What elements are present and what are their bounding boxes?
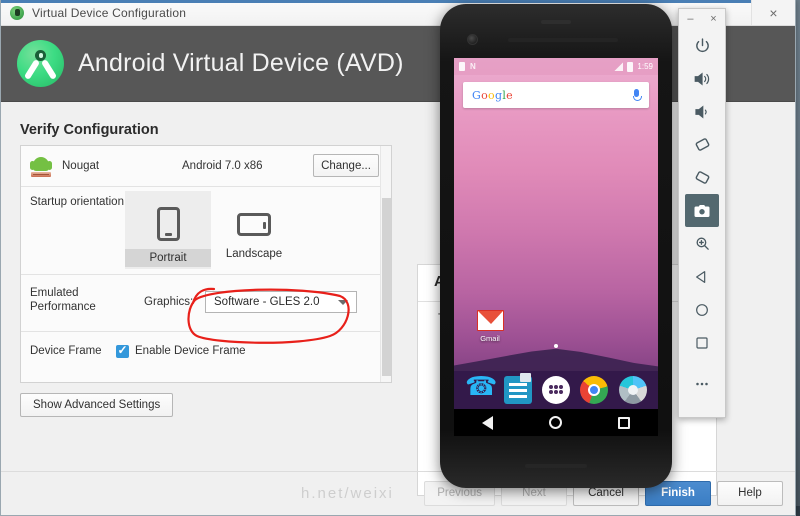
rotate-left-icon[interactable]	[685, 128, 719, 161]
status-bar-left-icons: N	[459, 62, 476, 71]
window-title: Virtual Device Configuration	[32, 5, 187, 20]
enable-device-frame-label[interactable]: Enable Device Frame	[135, 345, 246, 357]
enable-device-frame-checkbox[interactable]	[116, 343, 129, 358]
emulated-performance-row: Emulated Performance Graphics: Software …	[21, 275, 391, 332]
emulated-performance-label: Emulated Performance	[30, 286, 122, 314]
wifi-icon	[614, 62, 624, 71]
change-button[interactable]: Change...	[313, 154, 379, 177]
n-badge-icon: N	[470, 62, 476, 71]
front-camera-icon	[467, 34, 478, 45]
android-studio-logo-icon	[17, 40, 64, 87]
dialog-footer: Previous Next Cancel Finish Help	[1, 472, 795, 514]
back-triangle-icon[interactable]	[685, 260, 719, 293]
system-image-name: Nougat	[62, 160, 100, 172]
avd-header: Android Virtual Device (AVD)	[1, 26, 795, 102]
toolbar-window-buttons: – ×	[679, 9, 725, 29]
google-search-widget[interactable]: Google	[463, 82, 649, 108]
gmail-icon	[476, 310, 504, 331]
overview-square-icon[interactable]	[685, 326, 719, 359]
google-logo-icon: Google	[472, 88, 513, 102]
verify-configuration-heading: Verify Configuration	[20, 122, 159, 138]
sensor-strip	[508, 38, 618, 42]
avd-body: Verify Configuration AVD The Nougat Andr…	[1, 102, 795, 514]
graphics-label: Graphics:	[144, 296, 194, 308]
graphics-dropdown-value: Software - GLES 2.0	[214, 296, 320, 308]
app-drawer-icon[interactable]	[541, 376, 570, 404]
device-frame-label: Device Frame	[30, 345, 102, 357]
emulated-performance-label-line1: Emulated	[30, 287, 79, 299]
graphics-dropdown[interactable]: Software - GLES 2.0	[205, 291, 357, 313]
orientation-option-landscape-label: Landscape	[225, 248, 283, 260]
zoom-icon[interactable]	[685, 227, 719, 260]
android-icon	[10, 5, 24, 20]
orientation-option-landscape[interactable]: Landscape	[211, 191, 297, 269]
chevron-down-icon	[338, 300, 348, 305]
more-dots-icon[interactable]	[685, 367, 719, 400]
phone-icon[interactable]	[465, 376, 493, 404]
startup-orientation-label: Startup orientation	[30, 196, 124, 208]
system-image-api-level: Android 7.0 x86	[182, 160, 263, 172]
startup-orientation-row: Startup orientation Portrait Landscape	[21, 187, 391, 275]
orientation-options: Portrait Landscape	[125, 191, 297, 269]
help-button[interactable]: Help	[717, 480, 783, 506]
status-bar-right-icons: 1:59	[614, 61, 653, 72]
panel-scrollbar[interactable]	[380, 146, 391, 382]
app-shortcut-gmail-label: Gmail	[480, 334, 500, 343]
home-circle-icon[interactable]	[685, 293, 719, 326]
system-image-row: Nougat Android 7.0 x86 Change...	[21, 146, 391, 187]
nougat-android-icon	[30, 155, 52, 177]
camera-icon[interactable]	[685, 194, 719, 227]
microphone-icon[interactable]	[633, 88, 642, 102]
show-advanced-settings-button[interactable]: Show Advanced Settings	[20, 393, 174, 417]
android-dock	[454, 371, 658, 409]
orientation-option-portrait-label: Portrait	[125, 249, 211, 267]
orientation-option-portrait[interactable]: Portrait	[125, 191, 211, 269]
configuration-panel: Nougat Android 7.0 x86 Change... Startup…	[20, 145, 392, 383]
home-page-indicator	[554, 344, 558, 348]
power-icon[interactable]	[685, 29, 719, 62]
virtual-device-configuration-window: Virtual Device Configuration × Android V…	[0, 0, 796, 516]
emulator-toolbar: – ×	[678, 8, 726, 418]
volume-up-icon[interactable]	[685, 62, 719, 95]
volume-down-icon[interactable]	[685, 95, 719, 128]
nav-home-icon[interactable]	[549, 416, 562, 429]
device-frame-row: Device Frame Enable Device Frame	[21, 332, 391, 382]
battery-icon	[627, 61, 634, 72]
nav-recent-icon[interactable]	[618, 416, 630, 429]
sim-card-icon	[459, 62, 465, 71]
chrome-icon[interactable]	[580, 376, 609, 404]
photos-icon[interactable]	[618, 376, 647, 404]
page-title: Android Virtual Device (AVD)	[78, 49, 404, 77]
close-icon[interactable]: ×	[751, 0, 795, 25]
emulator-screen[interactable]: N 1:59 Google Gmail	[454, 58, 658, 436]
close-icon[interactable]: ×	[710, 13, 716, 25]
status-bar-clock: 1:59	[637, 62, 653, 71]
phone-landscape-icon	[237, 213, 271, 236]
minimize-icon[interactable]: –	[687, 13, 693, 25]
emulated-performance-label-line2: Performance	[30, 301, 96, 313]
rotate-right-icon[interactable]	[685, 161, 719, 194]
bottom-speaker	[525, 464, 587, 468]
phone-portrait-icon	[156, 207, 180, 241]
messages-icon[interactable]	[503, 373, 532, 404]
earpiece-speaker	[541, 20, 571, 24]
panel-scrollbar-thumb[interactable]	[382, 198, 391, 376]
app-shortcut-gmail[interactable]: Gmail	[468, 310, 512, 343]
android-status-bar: N 1:59	[454, 58, 658, 75]
android-emulator-device: N 1:59 Google Gmail	[440, 4, 672, 488]
android-navigation-bar	[454, 409, 658, 436]
window-titlebar: Virtual Device Configuration ×	[1, 0, 795, 26]
nav-back-icon[interactable]	[482, 415, 493, 430]
